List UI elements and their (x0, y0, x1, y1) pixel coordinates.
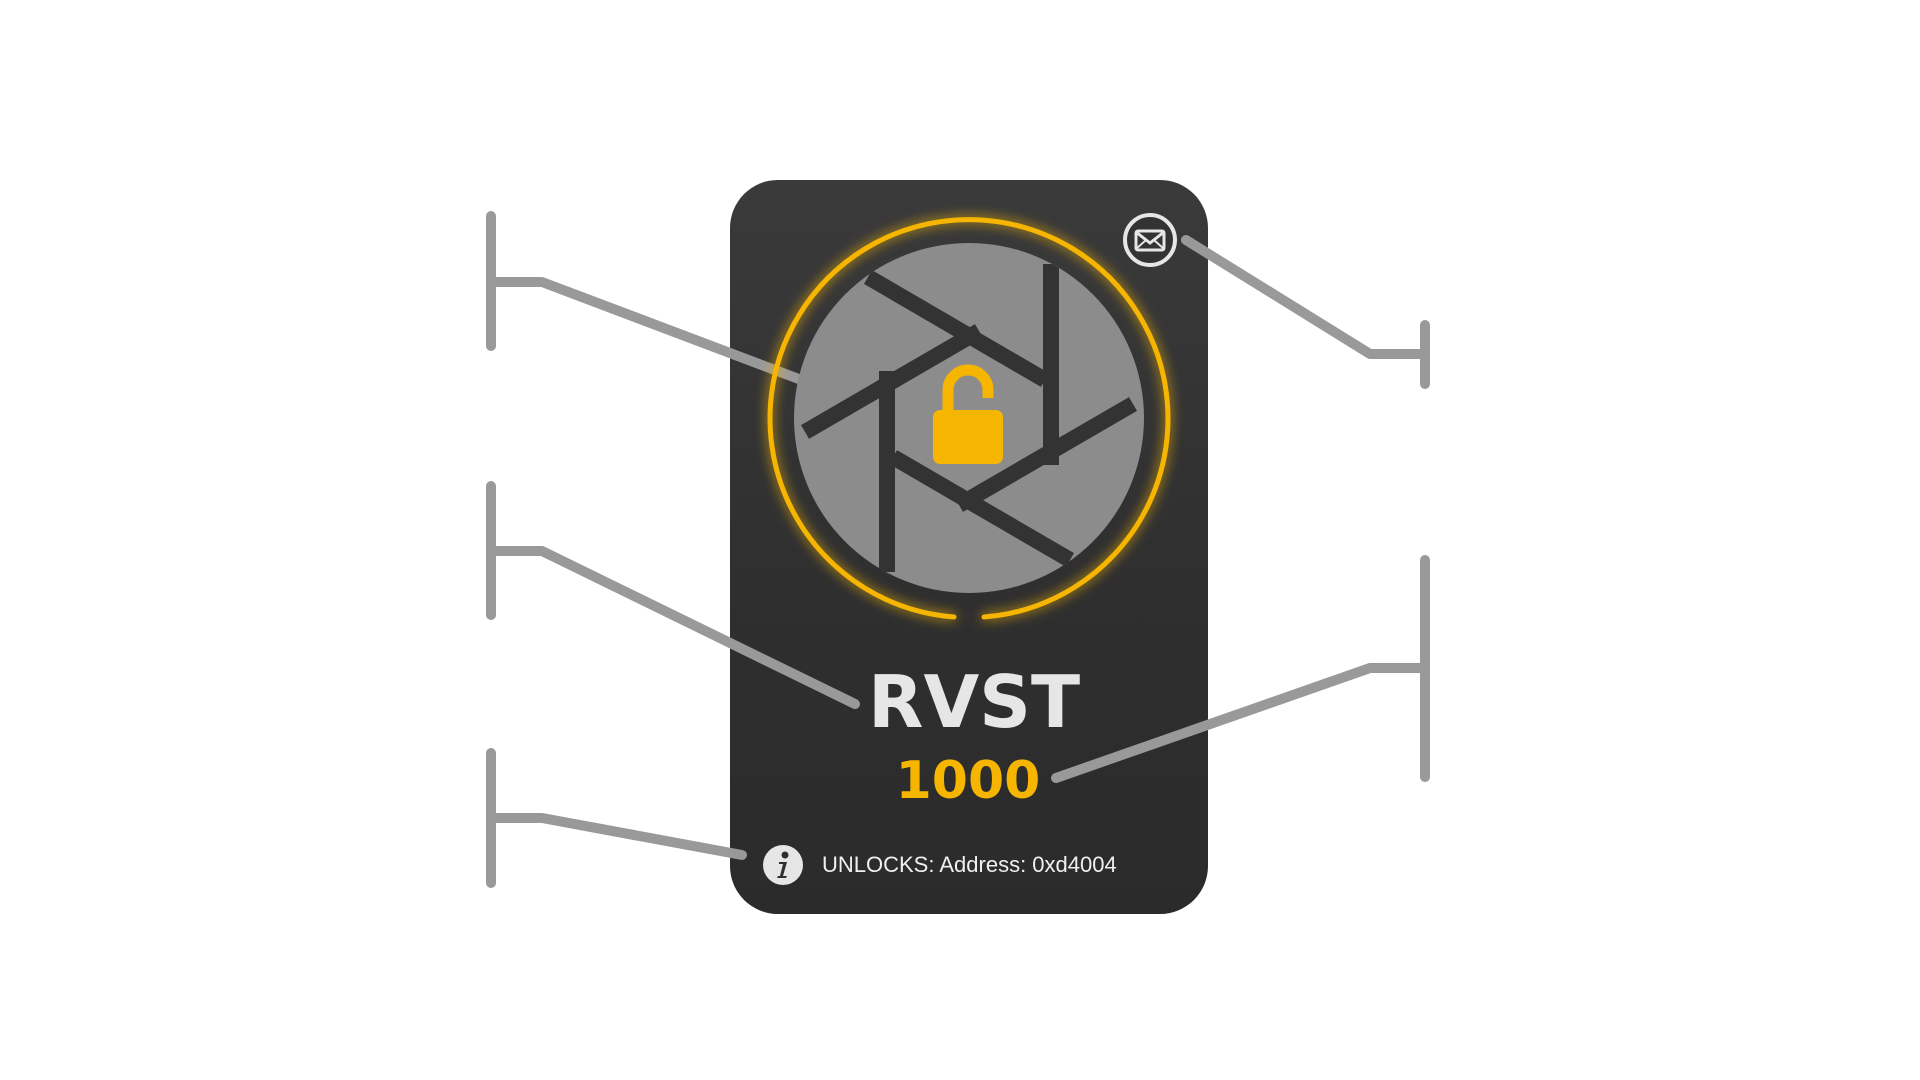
diagram-stage: RVST 1000 UNLOCKS: Address: 0xd4004 (0, 0, 1920, 1080)
padlock-icon (933, 364, 1003, 464)
token-amount: 1000 (895, 751, 1041, 811)
callout-line-info (486, 813, 747, 860)
callout-line-envelope (1181, 235, 1430, 359)
unlocks-address-text: UNLOCKS: Address: 0xd4004 (822, 852, 1117, 877)
callout-line-amount (1051, 663, 1430, 783)
token-symbol: RVST (868, 660, 1081, 744)
envelope-icon[interactable] (1121, 211, 1179, 269)
info-icon[interactable] (762, 844, 804, 886)
unlocks-info-row: UNLOCKS: Address: 0xd4004 (762, 843, 1117, 887)
